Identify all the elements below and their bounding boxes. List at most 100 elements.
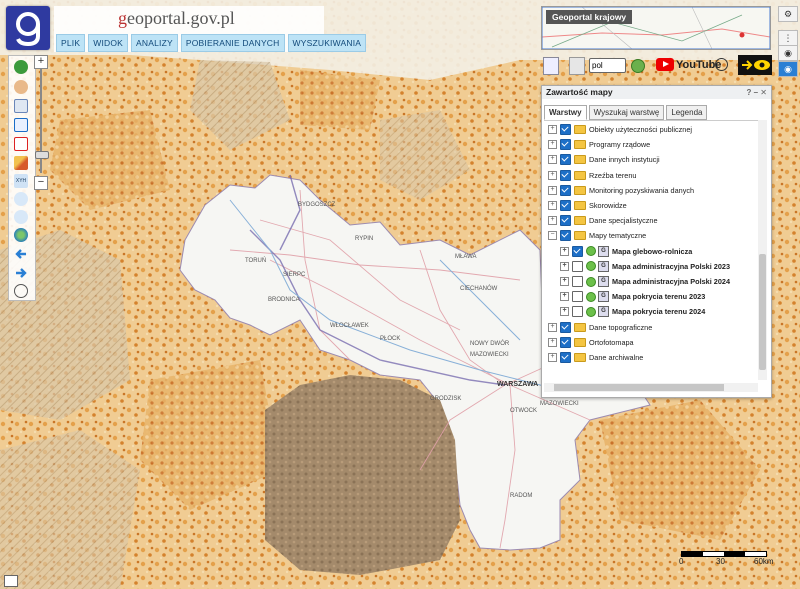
overview-minimap[interactable]: Geoportal krajowy xyxy=(541,6,771,50)
expand-toggle-icon[interactable]: + xyxy=(548,140,557,150)
layer-row[interactable]: + G Mapa glebowo-rolnicza xyxy=(560,244,692,259)
xyz-coordinates-icon[interactable]: XYH xyxy=(14,174,28,188)
layer-row[interactable]: + G Mapa pokrycia terenu 2023 xyxy=(560,289,705,304)
geoportal-logo[interactable] xyxy=(6,6,50,50)
print-list-icon[interactable] xyxy=(543,57,559,75)
settings-gear-icon[interactable]: ⚙ xyxy=(778,6,798,22)
layer-checkbox[interactable] xyxy=(560,215,571,227)
layer-checkbox[interactable] xyxy=(572,291,583,303)
zoom-out-magnifier-icon[interactable] xyxy=(14,210,28,224)
layer-row[interactable]: + G Mapa pokrycia terenu 2024 xyxy=(560,304,705,319)
expand-toggle-icon[interactable]: + xyxy=(560,261,569,271)
expand-toggle-icon[interactable]: + xyxy=(560,307,569,317)
expand-toggle-icon[interactable]: + xyxy=(548,337,557,347)
layer-legend-icon[interactable]: G xyxy=(598,245,609,257)
locate-target-icon[interactable] xyxy=(14,284,28,298)
expand-toggle-icon[interactable]: + xyxy=(560,292,569,302)
panel-header[interactable]: Zawartość mapy ? – ✕ xyxy=(542,86,771,99)
layer-checkbox[interactable] xyxy=(572,276,583,287)
layer-legend-icon[interactable]: G xyxy=(598,291,609,303)
expand-toggle-icon[interactable]: + xyxy=(548,322,557,332)
layer-checkbox[interactable] xyxy=(560,154,571,166)
high-contrast-toggle[interactable] xyxy=(738,55,772,75)
menu-analizy[interactable]: ANALIZY xyxy=(131,34,178,52)
layer-legend-icon[interactable]: G xyxy=(598,276,609,287)
layer-checkbox[interactable] xyxy=(560,336,571,348)
expand-toggle-icon[interactable]: + xyxy=(548,125,557,134)
zoom-in-button[interactable]: + xyxy=(34,55,48,69)
select-area-icon[interactable] xyxy=(14,118,28,132)
expand-toggle-icon[interactable]: + xyxy=(548,216,557,226)
layer-checkbox[interactable] xyxy=(560,321,571,333)
expand-toggle-icon[interactable]: + xyxy=(560,246,569,256)
layer-checkbox[interactable] xyxy=(560,230,571,242)
printer-icon[interactable] xyxy=(569,57,585,75)
zoom-slider[interactable]: + − xyxy=(34,55,49,190)
menu-wyszukiwania[interactable]: WYSZUKIWANIA xyxy=(287,34,367,52)
next-view-arrow-icon[interactable] xyxy=(14,266,28,280)
options-dots-icon[interactable]: ⋮ xyxy=(778,30,798,46)
folder-row[interactable]: + Programy rządowe xyxy=(548,137,650,152)
tab-legenda[interactable]: Legenda xyxy=(666,105,708,120)
layer-legend-icon[interactable]: G xyxy=(598,260,609,272)
pan-hand-icon[interactable] xyxy=(14,80,28,94)
menu-pobieranie-danych[interactable]: POBIERANIE DANYCH xyxy=(180,34,285,52)
close-icon[interactable]: ✕ xyxy=(760,88,767,97)
folder-row[interactable]: + Dane archiwalne xyxy=(548,350,643,365)
expand-toggle-icon[interactable]: + xyxy=(560,277,569,286)
expand-toggle-icon[interactable]: + xyxy=(548,185,557,195)
help-circle-icon[interactable] xyxy=(631,59,645,73)
layer-checkbox[interactable] xyxy=(560,184,571,196)
site-title[interactable]: geoportal.gov.pl xyxy=(118,8,235,29)
zoom-box-icon[interactable] xyxy=(14,137,28,151)
folder-row[interactable]: − Mapy tematyczne xyxy=(548,228,646,243)
eye-toggle-icon[interactable]: ◉ xyxy=(778,61,798,77)
tab-warstwy[interactable]: Warstwy xyxy=(544,105,587,120)
accessibility-person-icon[interactable] xyxy=(715,58,728,71)
language-select[interactable]: pol xyxy=(589,58,626,73)
draw-pencil-icon[interactable] xyxy=(14,156,28,170)
minimize-icon[interactable]: – xyxy=(754,88,758,97)
folder-row[interactable]: + Dane topograficzne xyxy=(548,320,652,335)
vertical-scroll-thumb[interactable] xyxy=(759,254,766,370)
help-icon[interactable]: ? xyxy=(746,88,751,97)
expand-toggle-icon[interactable]: + xyxy=(548,170,557,180)
layer-checkbox[interactable] xyxy=(560,200,571,211)
layer-legend-icon[interactable]: G xyxy=(598,306,609,318)
youtube-link[interactable]: YouTube xyxy=(656,58,721,71)
zoom-in-magnifier-icon[interactable] xyxy=(14,192,28,206)
folder-row[interactable]: + Dane innych instytucji xyxy=(548,152,660,167)
zoom-out-button[interactable]: − xyxy=(34,176,48,190)
folder-row[interactable]: + Obiekty użyteczności publicznej xyxy=(548,122,692,137)
folder-row[interactable]: + Rzeźba terenu xyxy=(548,168,636,183)
folder-row[interactable]: + Ortofotomapa xyxy=(548,335,634,350)
layer-checkbox[interactable] xyxy=(572,260,583,272)
folder-row[interactable]: + Monitoring pozyskiwania danych xyxy=(548,183,694,198)
menu-widok[interactable]: WIDOK xyxy=(88,34,129,52)
layer-checkbox[interactable] xyxy=(560,352,571,363)
vertical-scrollbar[interactable] xyxy=(758,120,767,380)
visibility-eye-icon[interactable]: ◉ xyxy=(778,45,798,61)
layer-checkbox[interactable] xyxy=(560,169,571,181)
expand-toggle-icon[interactable]: + xyxy=(548,201,557,210)
horizontal-scrollbar[interactable] xyxy=(544,383,758,392)
zoom-knob[interactable] xyxy=(35,151,49,159)
layer-row[interactable]: + G Mapa administracyjna Polski 2024 xyxy=(560,274,730,289)
overview-toggle-icon[interactable] xyxy=(4,575,18,587)
layers-list-icon[interactable] xyxy=(14,99,28,113)
layer-checkbox[interactable] xyxy=(560,124,571,135)
menu-plik[interactable]: PLIK xyxy=(56,34,86,52)
layer-checkbox[interactable] xyxy=(560,139,571,151)
expand-toggle-icon[interactable]: − xyxy=(548,231,557,241)
horizontal-scroll-thumb[interactable] xyxy=(554,384,724,391)
info-icon[interactable] xyxy=(14,60,28,74)
globe-full-extent-icon[interactable] xyxy=(14,228,28,242)
layer-row[interactable]: + G Mapa administracyjna Polski 2023 xyxy=(560,259,730,274)
previous-view-arrow-icon[interactable] xyxy=(14,247,28,261)
expand-toggle-icon[interactable]: + xyxy=(548,155,557,165)
tab-wyszukaj-warstwe[interactable]: Wyszukaj warstwę xyxy=(588,105,665,120)
folder-row[interactable]: + Dane specjalistyczne xyxy=(548,213,658,228)
expand-toggle-icon[interactable]: + xyxy=(548,353,557,362)
layer-checkbox[interactable] xyxy=(572,306,583,318)
layer-checkbox[interactable] xyxy=(572,245,583,257)
